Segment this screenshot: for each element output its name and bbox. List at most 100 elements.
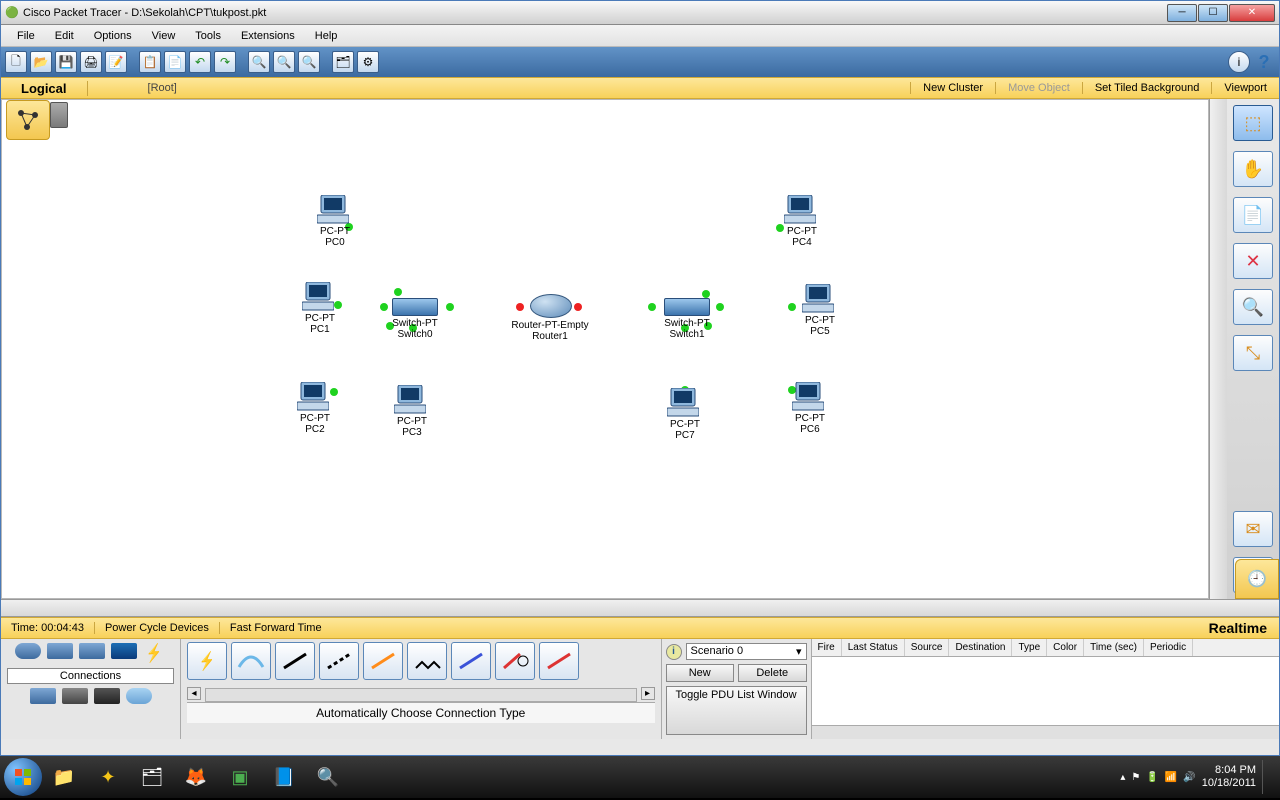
redo-icon[interactable]: ↷ [214,51,236,73]
inspect-tool-icon[interactable]: 🔍 [1233,289,1273,325]
show-desktop-button[interactable] [1262,760,1270,794]
pdu-scrollbar[interactable] [812,725,1280,739]
wizard-icon[interactable]: 📝 [105,51,127,73]
col-fire[interactable]: Fire [812,639,842,656]
delete-scenario-button[interactable]: Delete [738,664,807,682]
palette-icon[interactable]: 🗂 [332,51,354,73]
power-cycle-button[interactable]: Power Cycle Devices [95,622,220,634]
move-tool-icon[interactable]: ✋ [1233,151,1273,187]
titlebar[interactable]: 🟢 Cisco Packet Tracer - D:\Sekolah\CPT\t… [1,1,1279,25]
taskbar-app-6[interactable]: 📘 [264,760,304,794]
new-cluster-button[interactable]: New Cluster [910,82,995,94]
paste-icon[interactable]: 📄 [164,51,186,73]
col-time[interactable]: Time (sec) [1084,639,1144,656]
new-scenario-button[interactable]: New [666,664,735,682]
serial-dce-icon[interactable] [495,642,535,680]
col-source[interactable]: Source [905,639,950,656]
enddevice-category-icon[interactable] [30,688,56,704]
col-color[interactable]: Color [1047,639,1084,656]
tray-network-icon[interactable]: 📶 [1165,772,1177,783]
minimize-button[interactable]: ─ [1167,4,1197,22]
auto-connection-icon[interactable]: ⚡ [187,642,227,680]
taskbar-app-2[interactable]: ✦ [88,760,128,794]
custom-device-icon[interactable]: ⚙ [357,51,379,73]
wan-category-icon[interactable] [62,688,88,704]
viewport-button[interactable]: Viewport [1211,82,1279,94]
system-tray[interactable]: ▴ ⚑ 🔋 📶 🔊 8:04 PM 10/18/2011 [1120,760,1276,794]
tray-battery-icon[interactable]: 🔋 [1146,772,1158,783]
scroll-left-button[interactable]: ◂ [187,687,201,700]
device-router1[interactable] [530,294,572,318]
select-tool-icon[interactable]: ⬚ [1233,105,1273,141]
wireless-category-icon[interactable] [111,643,137,659]
col-periodic[interactable]: Periodic [1144,639,1193,656]
tray-volume-icon[interactable]: 🔊 [1183,772,1195,783]
logical-tab[interactable]: Logical [1,81,88,96]
open-file-icon[interactable]: 📂 [30,51,52,73]
menu-options[interactable]: Options [84,30,142,42]
copper-straight-icon[interactable] [275,642,315,680]
taskbar-app-4[interactable]: 🦊 [176,760,216,794]
new-file-icon[interactable]: 🗋 [5,51,27,73]
realtime-tab-icon[interactable]: 🕘 [1235,559,1279,599]
fiber-cable-icon[interactable] [363,642,403,680]
device-pc6[interactable] [792,382,824,412]
router-category-icon[interactable] [15,643,41,659]
fast-forward-button[interactable]: Fast Forward Time [220,622,332,634]
topology-canvas[interactable]: PC-PTPC0 PC-PTPC1 PC-PTPC2 PC-PTPC3 Swit… [2,100,1208,598]
note-tool-icon[interactable]: 📄 [1233,197,1273,233]
device-pc7[interactable] [667,388,699,418]
col-destination[interactable]: Destination [949,639,1012,656]
root-breadcrumb[interactable]: [Root] [88,82,237,94]
device-scrollbar[interactable] [205,688,637,702]
navigation-tab[interactable] [6,100,70,140]
device-pc3[interactable] [394,385,426,415]
info-icon[interactable]: i [666,644,682,660]
pdu-list-body[interactable] [812,657,1280,725]
windows-taskbar[interactable]: 📁 ✦ 🗂 🦊 ▣ 📘 🔍 ▴ ⚑ 🔋 📶 🔊 8:04 PM 10/18/20… [0,756,1280,798]
toggle-pdu-button[interactable]: Toggle PDU List Window [666,686,807,735]
resize-tool-icon[interactable]: ⤡ [1233,335,1273,371]
coaxial-cable-icon[interactable] [451,642,491,680]
menu-file[interactable]: File [7,30,45,42]
device-pc2[interactable] [297,382,329,412]
canvas-area[interactable]: PC-PTPC0 PC-PTPC1 PC-PTPC2 PC-PTPC3 Swit… [1,99,1209,599]
tray-up-icon[interactable]: ▴ [1120,772,1125,783]
device-pc5[interactable] [802,284,834,314]
copy-icon[interactable]: 📋 [139,51,161,73]
undo-icon[interactable]: ↶ [189,51,211,73]
hub-category-icon[interactable] [79,643,105,659]
delete-tool-icon[interactable]: ✕ [1233,243,1273,279]
realtime-mode-label[interactable]: Realtime [1197,620,1279,636]
device-pc1[interactable] [302,282,334,312]
switch-category-icon[interactable] [47,643,73,659]
close-button[interactable]: ✕ [1229,4,1275,22]
set-background-button[interactable]: Set Tiled Background [1082,82,1212,94]
connection-category-icon[interactable]: ⚡ [147,643,163,664]
copper-crossover-icon[interactable] [319,642,359,680]
taskbar-app-1[interactable]: 📁 [44,760,84,794]
scroll-right-button[interactable]: ▸ [641,687,655,700]
custom-category-icon[interactable] [94,688,120,704]
col-type[interactable]: Type [1012,639,1047,656]
taskbar-app-7[interactable]: 🔍 [308,760,348,794]
menu-help[interactable]: Help [305,30,348,42]
device-switch0[interactable] [392,298,438,316]
device-pc0[interactable] [317,195,349,225]
zoom-reset-icon[interactable]: 🔍 [273,51,295,73]
save-icon[interactable]: 💾 [55,51,77,73]
console-cable-icon[interactable] [231,642,271,680]
menu-edit[interactable]: Edit [45,30,84,42]
scenario-select[interactable]: Scenario 0▾ [686,643,807,660]
help-icon[interactable]: ? [1253,51,1275,73]
maximize-button[interactable]: ☐ [1198,4,1228,22]
taskbar-app-5[interactable]: ▣ [220,760,260,794]
vertical-scrollbar[interactable] [1209,99,1227,599]
taskbar-app-3[interactable]: 🗂 [132,760,172,794]
zoom-out-icon[interactable]: 🔍 [298,51,320,73]
menu-view[interactable]: View [142,30,186,42]
tray-clock[interactable]: 8:04 PM 10/18/2011 [1202,764,1256,790]
zoom-in-icon[interactable]: 🔍 [248,51,270,73]
print-icon[interactable]: 🖨 [80,51,102,73]
device-switch1[interactable] [664,298,710,316]
